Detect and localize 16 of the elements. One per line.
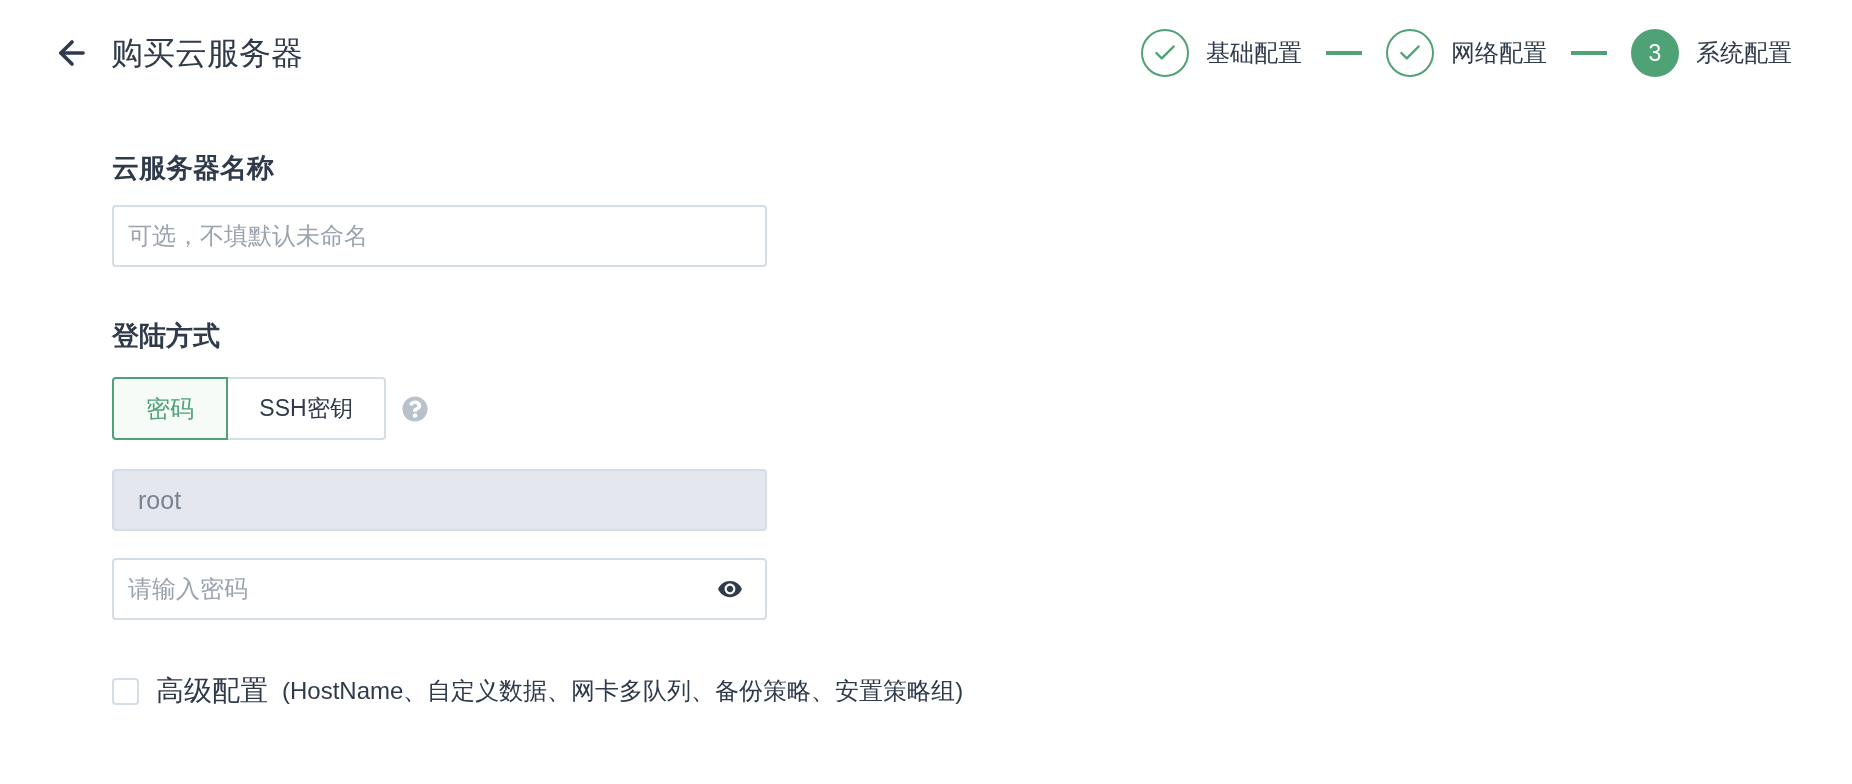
login-method-option[interactable]: SSH密钥 [226, 377, 386, 440]
field-label: 登陆方式 [112, 320, 220, 353]
name-input-field[interactable]: 可选，不填默认未命名 [112, 205, 767, 267]
field-label: 云服务器名称 [112, 152, 274, 185]
step-connector [1571, 51, 1607, 55]
step-label: 基础配置 [1206, 38, 1302, 68]
checkbox-label: 高级配置 [156, 674, 268, 708]
step-label: 网络配置 [1451, 38, 1547, 68]
login-method-option[interactable]: 密码 [112, 377, 228, 440]
step-connector [1326, 51, 1362, 55]
advanced-hint: (HostName、自定义数据、网卡多队列、备份策略、安置策略组) [282, 676, 964, 706]
page-title: 购买云服务器 [111, 34, 303, 73]
step-label: 系统配置 [1696, 38, 1792, 68]
password-input-field[interactable]: 请输入密码 [112, 558, 767, 620]
step-number: 3 [1631, 29, 1679, 77]
advanced-checkbox[interactable] [112, 677, 139, 705]
